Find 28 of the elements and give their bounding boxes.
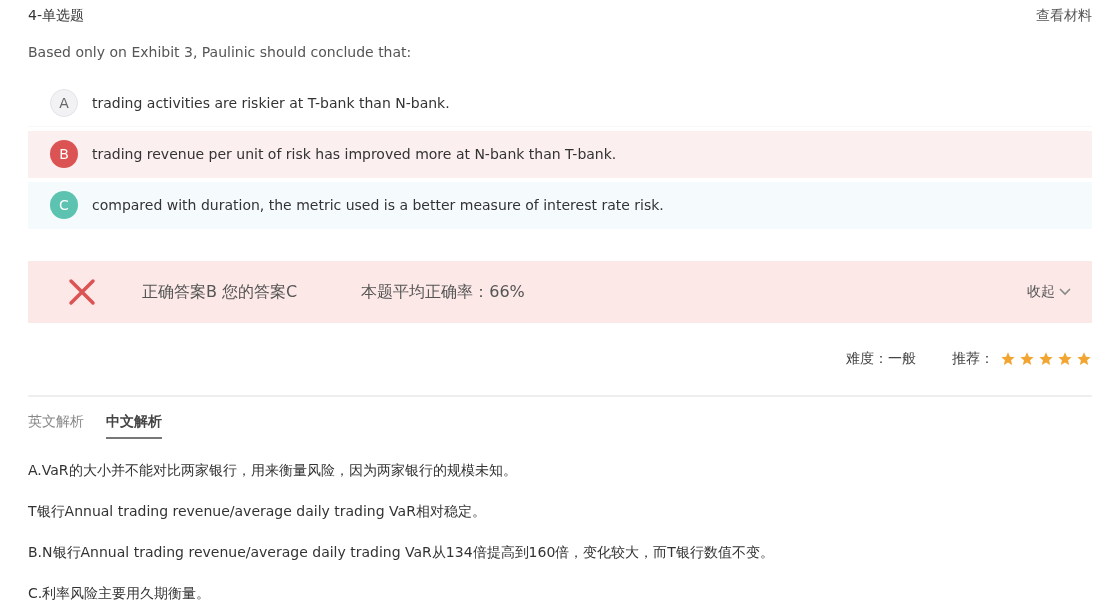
analysis-paragraph: C.利率风险主要用久期衡量。 (28, 584, 212, 603)
option-letter: B (50, 140, 78, 168)
option-text: compared with duration, the metric used is a better measure of interest rate risk. (92, 197, 664, 213)
star-icon (1038, 351, 1054, 367)
answer-summary: 正确答案B 您的答案C (142, 281, 298, 303)
analysis-tab[interactable]: 中文解析 (106, 413, 162, 439)
question-type: 4-单选题 (28, 7, 84, 25)
star-icon (1019, 351, 1035, 367)
star-icon (1000, 351, 1016, 367)
option-text: trading revenue per unit of risk has improved more at N-bank than T-bank. (92, 146, 617, 162)
analysis-paragraph: T银行Annual trading revenue/average daily trading VaR相对稳定。 (28, 502, 487, 521)
option-letter: A (50, 89, 78, 117)
chevron-icon (1058, 287, 1072, 297)
difficulty-text: 难度：一般 (846, 350, 916, 368)
analysis-tab[interactable]: 英文解析 (28, 413, 84, 439)
analysis-paragraph: A.VaR的大小并不能对比两家银行，用来衡量风险，因为两家银行的规模未知。 (28, 461, 518, 480)
star-icon (1057, 351, 1073, 367)
option-text: trading activities are riskier at T-bank than N-bank. (92, 95, 450, 111)
analysis-paragraph: B.N银行Annual trading revenue/average daily trading VaR从134倍提高到160倍，变化较大，而T银行数值不变。 (28, 543, 775, 562)
view-material-link[interactable]: 查看材料 (1036, 7, 1092, 25)
question-text: Based only on Exhibit 3, Paulinic should conclude that: (28, 44, 413, 60)
recommend-label: 推荐： (952, 350, 994, 368)
accuracy-text: 本题平均正确率：66% (361, 281, 525, 303)
answer-option[interactable]: B trading revenue per unit of risk has improved more at N-bank than T-bank. (28, 131, 1092, 178)
option-letter: C (50, 191, 78, 219)
collapse-button[interactable]: 收起 (1027, 283, 1072, 301)
answer-option[interactable]: C compared with duration, the metric used is a better measure of interest rate risk. (28, 182, 1092, 229)
star-icon (1076, 351, 1092, 367)
